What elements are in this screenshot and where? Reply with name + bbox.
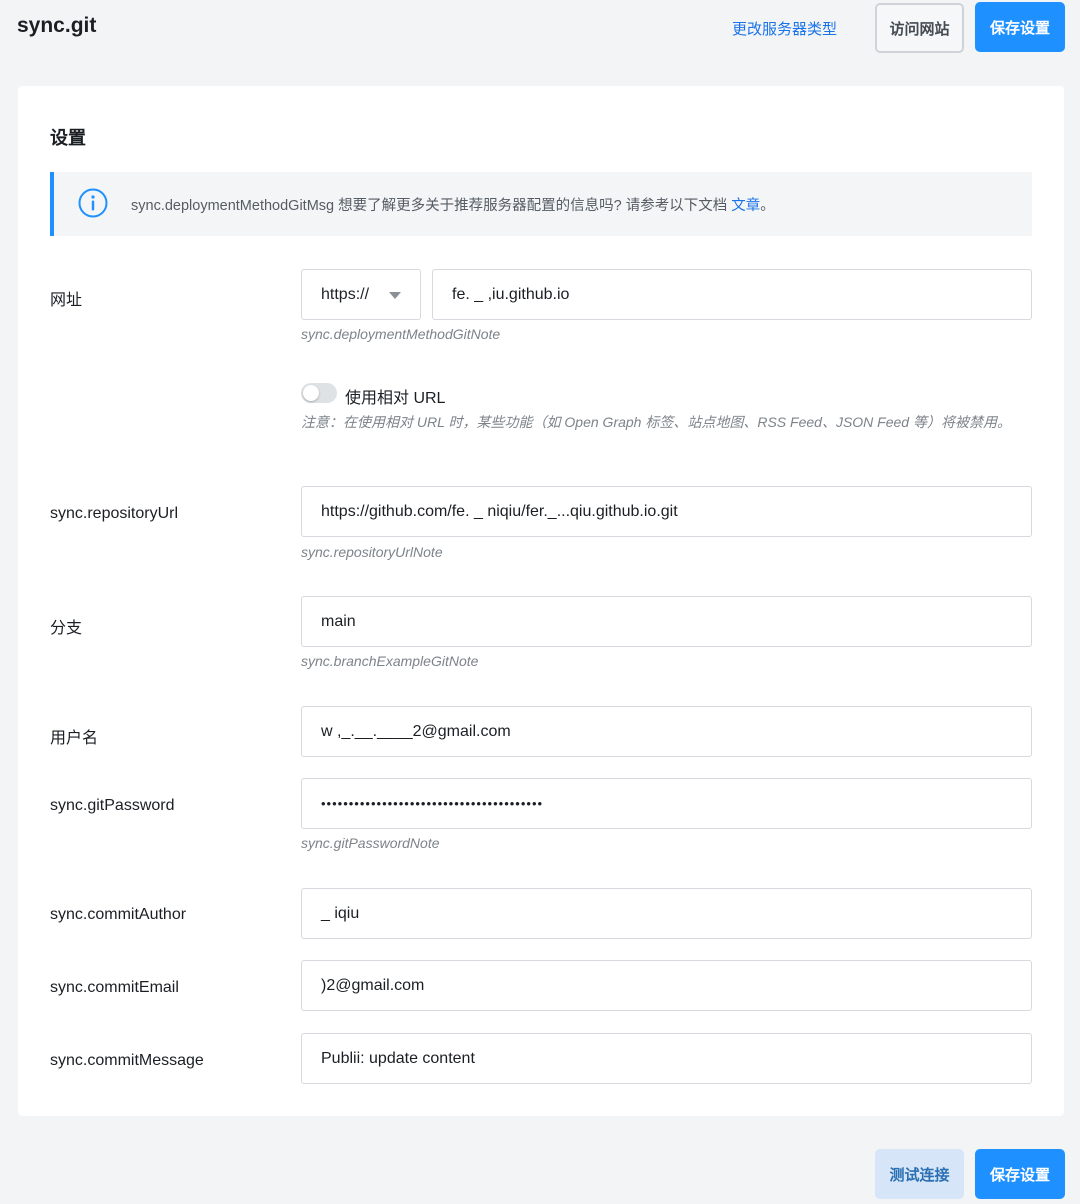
save-settings-button[interactable]: 保存设置 [975,2,1065,52]
password-input[interactable]: •••••••••••••••••••••••••••••••••••••••• [301,778,1032,829]
relative-url-toggle[interactable] [301,383,337,403]
password-label: sync.gitPassword [50,797,175,814]
chevron-down-icon [389,292,401,299]
notice-article-link[interactable]: 文章 [731,198,760,214]
top-bar: sync.git 更改服务器类型 访问网站 保存设置 [0,0,1080,62]
section-title: 设置 [50,128,86,148]
settings-card: 设置 sync.deploymentMethodGitMsg 想要了解更多关于推… [18,86,1064,1116]
commit-author-label: sync.commitAuthor [50,906,187,923]
relative-url-label: 使用相对 URL [345,390,446,407]
url-input[interactable]: fe. _ ,iu.github.io [432,269,1032,320]
visit-site-button[interactable]: 访问网站 [875,3,964,53]
repository-url-input[interactable]: https://github.com/fe. _ niqiu/fer._...q… [301,486,1032,537]
commit-message-label: sync.commitMessage [50,1052,204,1069]
notice-text: sync.deploymentMethodGitMsg 想要了解更多关于推荐服务… [131,194,775,215]
commit-email-input[interactable]: )2@gmail.com [301,960,1032,1011]
change-server-type-link[interactable]: 更改服务器类型 [732,18,837,39]
repository-url-label: sync.repositoryUrl [50,505,179,522]
page-title: sync.git [17,14,97,37]
notice-message: sync.deploymentMethodGitMsg 想要了解更多关于推荐服务… [131,198,728,214]
username-input[interactable]: w ,_.__.____2@gmail.com [301,706,1032,757]
commit-author-input[interactable]: _ iqiu [301,888,1032,939]
protocol-select[interactable]: https:// [301,269,421,320]
info-notice: sync.deploymentMethodGitMsg 想要了解更多关于推荐服务… [50,172,1032,236]
branch-input[interactable]: main [301,596,1032,647]
info-icon [78,188,108,218]
notice-suffix: 。 [760,198,775,214]
url-note: sync.deploymentMethodGitNote [301,326,501,342]
footer-save-settings-button[interactable]: 保存设置 [975,1149,1065,1199]
url-label: 网址 [50,292,83,309]
protocol-value: https:// [321,285,370,303]
branch-note: sync.branchExampleGitNote [301,653,479,669]
toggle-knob [303,385,319,401]
password-note: sync.gitPasswordNote [301,835,440,851]
test-connection-button[interactable]: 测试连接 [875,1149,964,1199]
repository-url-note: sync.repositoryUrlNote [301,544,443,560]
commit-email-label: sync.commitEmail [50,979,179,996]
branch-label: 分支 [50,620,83,637]
commit-message-input[interactable]: Publii: update content [301,1033,1032,1084]
username-label: 用户名 [50,730,99,747]
relative-url-note: 注意：在使用相对 URL 时，某些功能（如 Open Graph 标签、站点地图… [301,414,1011,430]
